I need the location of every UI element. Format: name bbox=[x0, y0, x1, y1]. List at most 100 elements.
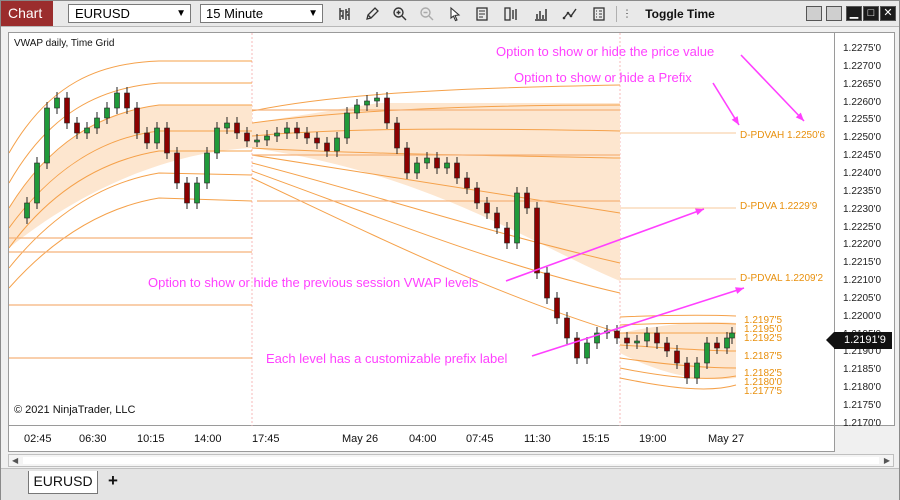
price-tick-label: 1.2260'0 bbox=[843, 96, 882, 108]
annotation-prefix: Option to show or hide a Prefix bbox=[514, 70, 692, 85]
pointer-icon[interactable] bbox=[445, 4, 465, 24]
candle-body bbox=[454, 162, 460, 179]
candle-body bbox=[44, 107, 50, 164]
candle-body bbox=[464, 177, 470, 189]
current-price-marker: 1.2191'9 bbox=[826, 332, 892, 349]
candle-body bbox=[94, 117, 100, 129]
candle-body bbox=[644, 332, 650, 342]
chart-window: Chart EURUSD ▼ 15 Minute ▼ Toggle Time ▁ □… bbox=[0, 0, 900, 500]
minimize-button[interactable]: ▁ bbox=[846, 6, 862, 21]
candle-body bbox=[114, 92, 120, 109]
candle-body bbox=[504, 227, 510, 244]
annotation-previous-session: Option to show or hide the previous sess… bbox=[148, 275, 479, 290]
candle-body bbox=[514, 192, 520, 244]
candle-body bbox=[374, 97, 380, 102]
candle-body bbox=[544, 272, 550, 299]
candle-body bbox=[104, 107, 110, 119]
price-tick-label: 1.2255'0 bbox=[843, 114, 882, 126]
price-tick-label: 1.2220'0 bbox=[843, 239, 882, 251]
candle-body bbox=[494, 212, 500, 229]
chart-style-icon[interactable] bbox=[501, 4, 521, 24]
level-label: 1.2192'5 bbox=[744, 333, 783, 344]
price-tick-label: 1.2235'0 bbox=[843, 185, 882, 197]
candle-body bbox=[704, 342, 710, 364]
chart-title-tab[interactable]: Chart bbox=[1, 1, 53, 26]
scrollbar-thumb[interactable] bbox=[23, 457, 879, 464]
candle-body bbox=[714, 342, 720, 349]
price-tick-label: 1.2275'0 bbox=[843, 43, 882, 54]
candle-body bbox=[524, 192, 530, 209]
candle-body bbox=[674, 350, 680, 364]
scroll-left-icon[interactable]: ◀ bbox=[12, 455, 18, 466]
close-icon: ✕ bbox=[883, 7, 893, 19]
candle-body bbox=[564, 317, 570, 339]
time-axis[interactable]: 02:45 06:30 10:15 14:00 17:45 May 26 04:00 07:4… bbox=[8, 426, 835, 452]
candle-body bbox=[384, 97, 390, 124]
maximize-icon: □ bbox=[867, 7, 875, 19]
annotation-arrow bbox=[740, 54, 805, 122]
price-tick-label: 1.2210'0 bbox=[843, 275, 882, 287]
candle-body bbox=[414, 162, 420, 174]
chart-toolbar: Chart EURUSD ▼ 15 Minute ▼ Toggle Time ▁ □… bbox=[1, 1, 899, 27]
minimize-icon: ▁ bbox=[849, 7, 859, 19]
link-button[interactable] bbox=[806, 6, 822, 21]
candle-body bbox=[324, 142, 330, 152]
candle-body bbox=[424, 157, 430, 164]
instrument-value: EURUSD bbox=[75, 6, 130, 21]
candle-body bbox=[364, 100, 370, 106]
candle-body bbox=[664, 342, 670, 352]
drag-handle-icon[interactable] bbox=[620, 4, 634, 24]
draw-pencil-icon[interactable] bbox=[362, 4, 382, 24]
bar-type-icon[interactable] bbox=[335, 4, 355, 24]
properties-icon[interactable] bbox=[589, 4, 609, 24]
indicators-icon[interactable] bbox=[531, 4, 551, 24]
indicator-label: VWAP daily, Time Grid bbox=[14, 38, 115, 49]
candle-body bbox=[184, 182, 190, 204]
candle-body bbox=[334, 137, 340, 152]
data-box-icon[interactable] bbox=[472, 4, 492, 24]
price-tick-label: 1.2230'0 bbox=[843, 203, 882, 215]
level-label-pdvah: D-PDVAH 1.2250'6 bbox=[740, 130, 826, 141]
price-tick-label: 1.2180'0 bbox=[843, 382, 882, 394]
zoom-out-icon[interactable] bbox=[417, 4, 437, 24]
candle-body bbox=[729, 332, 735, 339]
candle-body bbox=[624, 337, 630, 344]
candle-body bbox=[534, 207, 540, 274]
add-tab-button[interactable]: + bbox=[103, 471, 123, 491]
candle-body bbox=[264, 135, 270, 141]
candle-body bbox=[344, 112, 350, 139]
candle-body bbox=[194, 182, 200, 204]
annotation-price-value: Option to show or hide the price value bbox=[496, 44, 715, 59]
candle-body bbox=[174, 152, 180, 184]
time-tick-label: 17:45 bbox=[252, 433, 280, 445]
annotation-arrowhead bbox=[731, 116, 739, 125]
toggle-time-button[interactable]: Toggle Time bbox=[641, 4, 719, 24]
zoom-in-icon[interactable] bbox=[390, 4, 410, 24]
time-tick-label: 10:15 bbox=[137, 433, 165, 445]
candle-body bbox=[74, 122, 80, 134]
price-axis[interactable]: 1.2275'0 1.2270'0 1.2265'0 1.2260'0 1.2255'0… bbox=[835, 32, 895, 429]
candle-body bbox=[224, 122, 230, 129]
candle-body bbox=[144, 132, 150, 144]
price-tick-label: 1.2225'0 bbox=[843, 221, 882, 233]
restore-button[interactable] bbox=[826, 6, 842, 21]
candle-body bbox=[54, 97, 60, 109]
time-tick-label: 07:45 bbox=[466, 433, 494, 445]
maximize-button[interactable]: □ bbox=[863, 6, 879, 21]
instrument-selector[interactable]: EURUSD ▼ bbox=[68, 4, 191, 23]
horizontal-scrollbar[interactable]: ◀ ▶ bbox=[8, 454, 894, 467]
close-button[interactable]: ✕ bbox=[880, 6, 896, 21]
interval-selector[interactable]: 15 Minute ▼ bbox=[200, 4, 323, 23]
candle-body bbox=[24, 202, 30, 219]
candle-body bbox=[634, 340, 640, 344]
price-tick-label: 1.2270'0 bbox=[843, 60, 882, 72]
candle-body bbox=[234, 122, 240, 134]
candle-body bbox=[354, 104, 360, 114]
vwap-band-line bbox=[619, 377, 737, 390]
strategies-icon[interactable] bbox=[560, 4, 580, 24]
price-tick-label: 1.2245'0 bbox=[843, 150, 882, 162]
chart-panel[interactable] bbox=[8, 32, 835, 427]
candle-body bbox=[304, 132, 310, 139]
instrument-tab[interactable]: EURUSD bbox=[28, 471, 98, 494]
scroll-right-icon[interactable]: ▶ bbox=[884, 455, 890, 466]
